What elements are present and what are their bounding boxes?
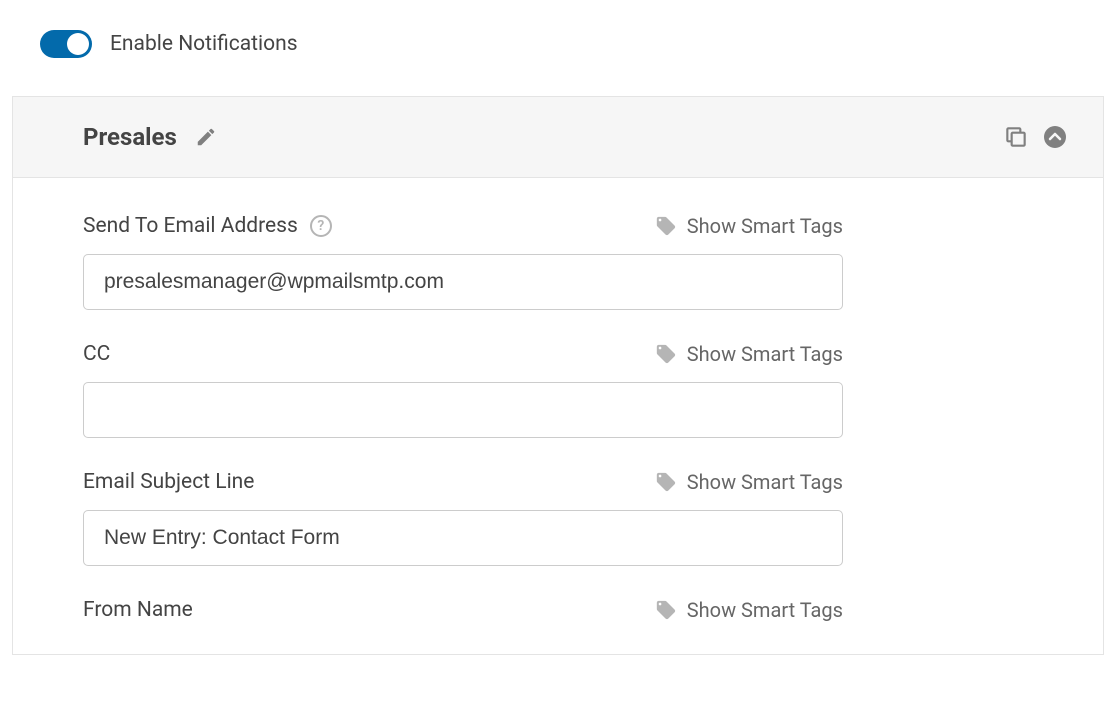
panel-title: Presales bbox=[83, 123, 177, 151]
subject-smart-tags-label: Show Smart Tags bbox=[687, 470, 843, 494]
from-name-smart-tags-button[interactable]: Show Smart Tags bbox=[655, 598, 843, 622]
panel-header: Presales bbox=[13, 97, 1103, 178]
subject-smart-tags-button[interactable]: Show Smart Tags bbox=[655, 470, 843, 494]
from-name-label-wrap: From Name bbox=[83, 598, 193, 622]
send-to-field: Send To Email Address ? Show Smart Tags bbox=[83, 214, 1033, 310]
from-name-smart-tags-label: Show Smart Tags bbox=[687, 598, 843, 622]
send-to-smart-tags-label: Show Smart Tags bbox=[687, 214, 843, 238]
pencil-icon bbox=[195, 126, 217, 148]
from-name-field: From Name Show Smart Tags bbox=[83, 598, 1033, 622]
send-to-field-row: Send To Email Address ? Show Smart Tags bbox=[83, 214, 843, 238]
panel-header-actions bbox=[1003, 124, 1067, 150]
send-to-label-wrap: Send To Email Address ? bbox=[83, 214, 332, 238]
tag-icon bbox=[655, 599, 677, 621]
send-to-input[interactable] bbox=[83, 254, 843, 310]
subject-input[interactable] bbox=[83, 510, 843, 566]
chevron-up-circle-icon bbox=[1043, 125, 1067, 149]
subject-label-wrap: Email Subject Line bbox=[83, 470, 254, 494]
from-name-field-row: From Name Show Smart Tags bbox=[83, 598, 843, 622]
help-icon[interactable]: ? bbox=[310, 215, 332, 237]
enable-notifications-label: Enable Notifications bbox=[110, 32, 298, 56]
cc-input[interactable] bbox=[83, 382, 843, 438]
cc-field-row: CC Show Smart Tags bbox=[83, 342, 843, 366]
from-name-label: From Name bbox=[83, 598, 193, 622]
subject-label: Email Subject Line bbox=[83, 470, 254, 494]
subject-field: Email Subject Line Show Smart Tags bbox=[83, 470, 1033, 566]
cc-smart-tags-button[interactable]: Show Smart Tags bbox=[655, 342, 843, 366]
cc-label-wrap: CC bbox=[83, 342, 110, 366]
duplicate-button[interactable] bbox=[1003, 124, 1029, 150]
tag-icon bbox=[655, 471, 677, 493]
panel-title-wrap: Presales bbox=[83, 123, 217, 151]
panel-body: Send To Email Address ? Show Smart Tags … bbox=[13, 178, 1103, 622]
tag-icon bbox=[655, 215, 677, 237]
cc-smart-tags-label: Show Smart Tags bbox=[687, 342, 843, 366]
collapse-button[interactable] bbox=[1043, 125, 1067, 149]
notification-panel: Presales bbox=[12, 96, 1104, 655]
edit-title-button[interactable] bbox=[195, 126, 217, 148]
enable-notifications-toggle[interactable] bbox=[40, 30, 92, 58]
tag-icon bbox=[655, 343, 677, 365]
send-to-smart-tags-button[interactable]: Show Smart Tags bbox=[655, 214, 843, 238]
copy-icon bbox=[1003, 124, 1029, 150]
send-to-label: Send To Email Address bbox=[83, 214, 298, 238]
cc-field: CC Show Smart Tags bbox=[83, 342, 1033, 438]
subject-field-row: Email Subject Line Show Smart Tags bbox=[83, 470, 843, 494]
cc-label: CC bbox=[83, 342, 110, 366]
enable-notifications-row: Enable Notifications bbox=[40, 30, 1106, 58]
